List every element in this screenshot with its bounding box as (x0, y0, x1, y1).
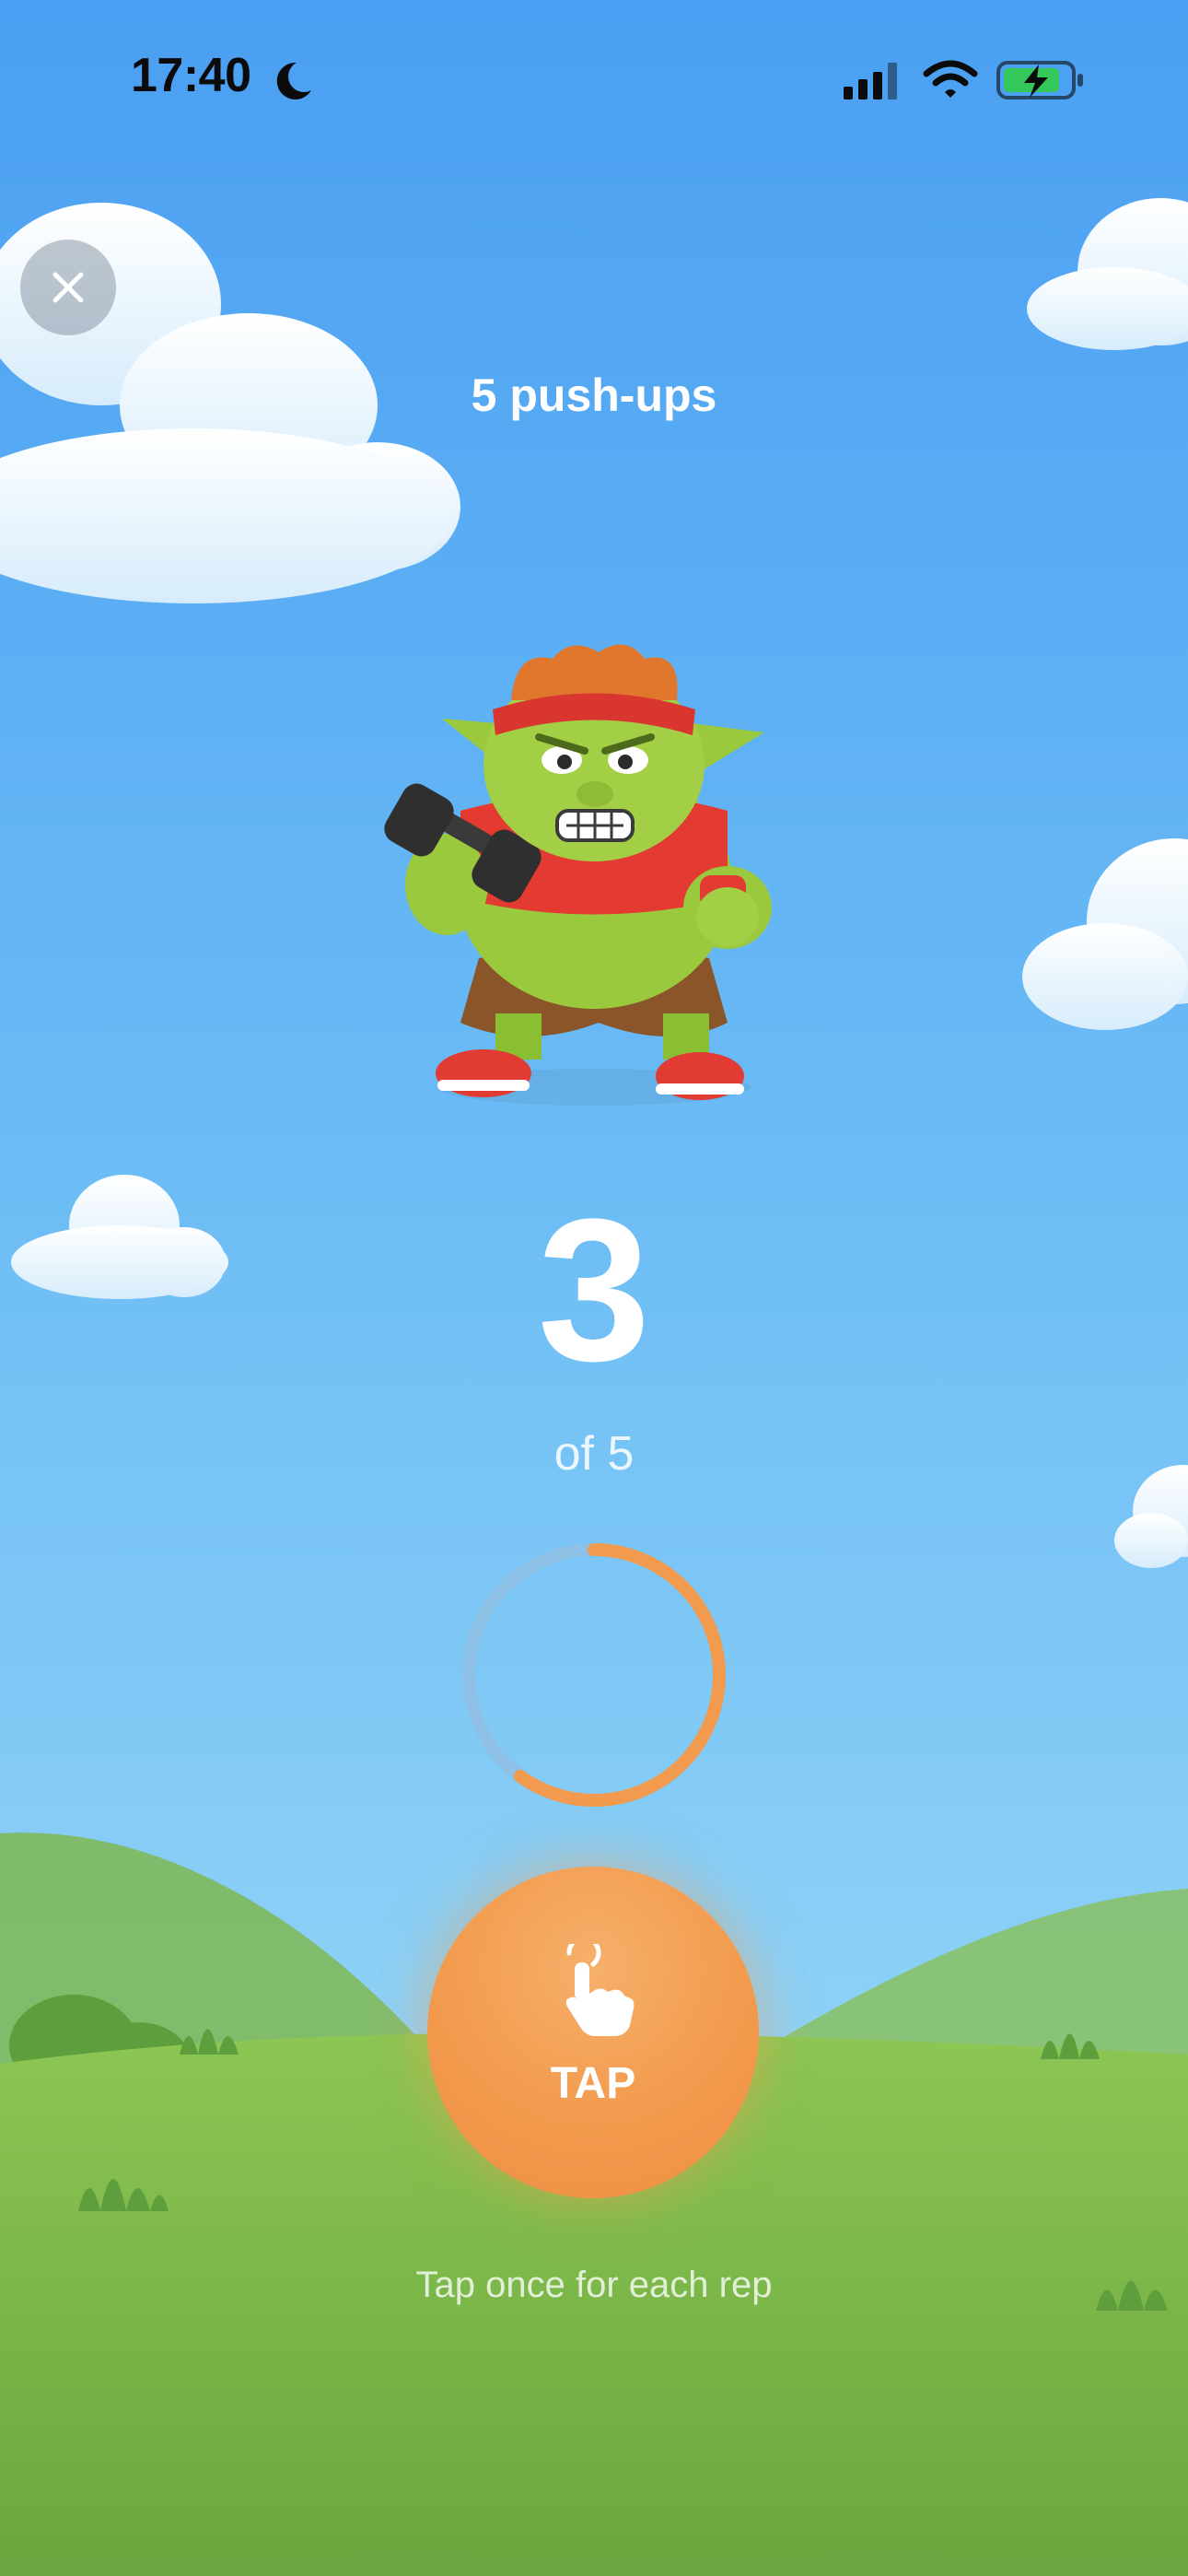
moon-icon (276, 62, 311, 100)
cellular-signal-icon (844, 63, 897, 100)
close-icon (52, 272, 84, 303)
battery-charging-icon (996, 61, 1083, 100)
tap-hint: Tap once for each rep (415, 2265, 773, 2305)
tap-label: TAP (550, 2059, 636, 2108)
rep-total-label: of 5 (553, 1427, 635, 1481)
wifi-icon (923, 60, 978, 98)
status-time: 17:40 (131, 49, 251, 102)
exercise-title: 5 push-ups (471, 369, 717, 421)
tap-button[interactable]: TAP (427, 1867, 759, 2198)
rep-count: 3 (537, 1177, 651, 1403)
hand-pointer-icon (565, 1944, 635, 2036)
close-button[interactable] (20, 240, 116, 335)
